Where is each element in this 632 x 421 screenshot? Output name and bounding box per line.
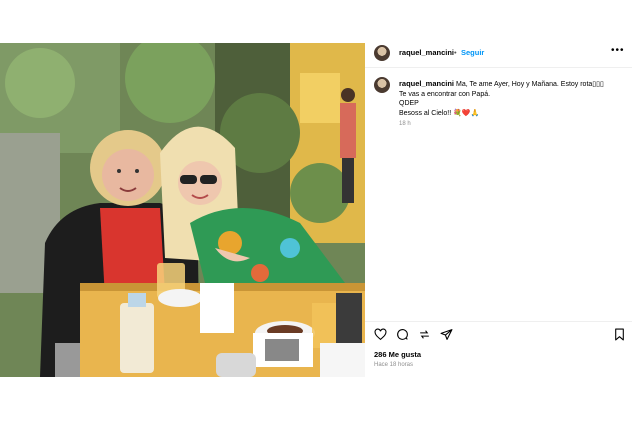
bookmark-icon[interactable] — [613, 328, 626, 341]
post-photo[interactable] — [0, 43, 365, 377]
follow-button[interactable]: Seguir — [461, 48, 484, 57]
avatar[interactable] — [374, 45, 390, 61]
caption-avatar[interactable] — [374, 77, 390, 93]
post-header: raquel_mancini • Seguir ••• — [365, 43, 632, 63]
likes-count[interactable]: 286 Me gusta — [374, 350, 421, 359]
post-timestamp[interactable]: Hace 18 horas — [374, 362, 413, 368]
separator-dot: • — [454, 48, 457, 57]
username-link[interactable]: raquel_mancini — [399, 48, 454, 57]
share-icon[interactable] — [418, 328, 431, 341]
instagram-post: raquel_mancini • Seguir ••• raquel_manci… — [0, 43, 632, 377]
caption-line-3: QDEP — [399, 100, 419, 107]
post-caption: raquel_mancini Ma, Te ame Ayer, Hoy y Ma… — [399, 79, 624, 118]
header-divider — [365, 67, 632, 68]
comment-icon[interactable] — [396, 328, 409, 341]
caption-timestamp[interactable]: 18 h — [399, 121, 411, 127]
heart-icon[interactable] — [374, 328, 387, 341]
caption-line-2: Te vas a encontrar con Papá. — [399, 90, 491, 98]
caption-line-1: Ma, Te ame Ayer, Hoy y Mañana. Estoy rot… — [455, 81, 604, 88]
caption-line-4: Besoss al Cielo!! 💐❤️🙏 — [399, 109, 480, 117]
more-options-icon[interactable]: ••• — [611, 45, 625, 56]
actions-divider — [365, 321, 632, 322]
post-details-panel: raquel_mancini • Seguir ••• raquel_manci… — [365, 43, 632, 377]
send-icon[interactable] — [440, 328, 453, 341]
caption-username[interactable]: raquel_mancini — [399, 79, 454, 88]
photo-illustration — [0, 43, 365, 377]
action-bar — [374, 328, 626, 342]
